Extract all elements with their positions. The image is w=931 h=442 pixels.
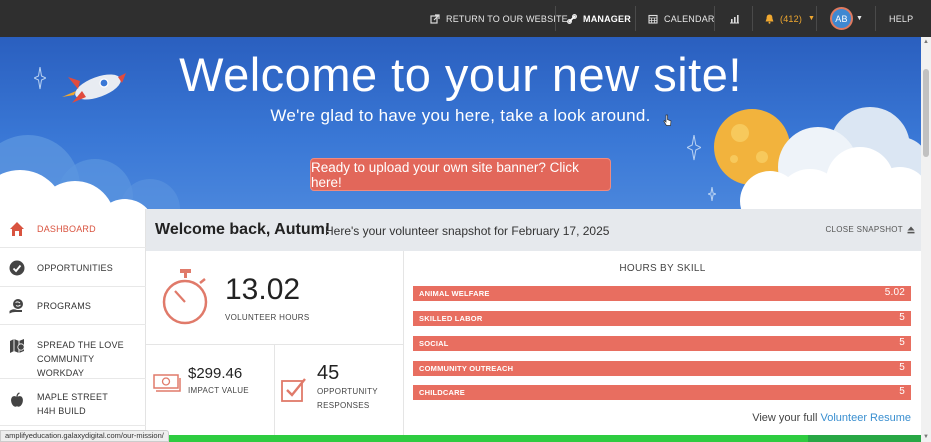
skill-hours: 5	[899, 386, 905, 397]
sidebar-item-label: MAPLE STREET H4H BUILD	[37, 392, 108, 416]
help-label: HELP	[889, 13, 914, 24]
calendar-label: CALENDAR	[664, 13, 715, 24]
avatar-initials: AB	[835, 13, 848, 24]
volunteer-resume-link[interactable]: Volunteer Resume	[821, 412, 912, 424]
snapshot-header: Welcome back, Autum! Here's your volunte…	[146, 209, 921, 251]
manager-label: MANAGER	[583, 13, 631, 24]
return-to-website-label: RETURN TO OUR WEBSITE	[446, 13, 568, 24]
scroll-down-icon[interactable]: ▼	[923, 434, 929, 440]
top-navbar: RETURN TO OUR WEBSITE MANAGER CALENDAR (…	[0, 0, 931, 37]
impact-value-label: IMPACT VALUE	[188, 386, 249, 395]
skill-bar: COMMUNITY OUTREACH 5	[413, 361, 911, 376]
skill-bar: SOCIAL 5	[413, 336, 911, 351]
upload-banner-button[interactable]: Ready to upload your own site banner? Cl…	[310, 158, 611, 191]
progress-strip	[160, 435, 921, 442]
welcome-heading: Welcome back, Autum!	[155, 221, 331, 238]
return-to-website-link[interactable]: RETURN TO OUR WEBSITE	[430, 0, 568, 37]
stats-divider	[146, 344, 404, 345]
sidebar-item-label: SPREAD THE LOVE COMMUNITY WORKDAY	[37, 340, 124, 378]
nav-divider	[752, 6, 753, 31]
opportunity-responses-label-line: RESPONSES	[317, 401, 370, 410]
scrollbar-thumb[interactable]	[923, 69, 929, 157]
notifications-dropdown[interactable]: (412) ▼	[765, 0, 815, 37]
opportunity-responses-label-line: OPPORTUNITY	[317, 387, 378, 396]
reports-link[interactable]	[729, 0, 740, 37]
calendar-link[interactable]: CALENDAR	[648, 0, 715, 37]
skill-name: SOCIAL	[419, 339, 449, 348]
stopwatch-icon	[162, 269, 208, 325]
avatar[interactable]: AB	[830, 7, 853, 30]
hours-by-skill-title: HOURS BY SKILL	[619, 263, 706, 274]
skill-name: ANIMAL WELFARE	[419, 289, 490, 298]
chevron-down-icon: ▼	[808, 15, 816, 22]
close-snapshot-label: CLOSE SNAPSHOT	[825, 225, 903, 234]
sidebar-item-maple-street[interactable]: MAPLE STREET H4H BUILD	[0, 379, 146, 426]
volunteer-stats-panel: 13.02 VOLUNTEER HOURS $299.46 IMPACT VAL…	[146, 251, 404, 442]
skill-bar: ANIMAL WELFARE 5.02	[413, 286, 911, 301]
mouse-cursor-icon	[663, 114, 672, 126]
nav-divider	[875, 6, 876, 31]
sidebar-item-label: DASHBOARD	[37, 224, 96, 234]
money-icon	[153, 374, 181, 392]
nav-divider	[816, 6, 817, 31]
sparkle-graphic	[687, 135, 701, 161]
scroll-up-icon[interactable]: ▲	[923, 39, 929, 45]
external-link-icon	[430, 13, 440, 24]
nav-divider	[635, 6, 636, 31]
check-circle-icon	[9, 260, 25, 276]
close-snapshot-button[interactable]: CLOSE SNAPSHOT	[825, 225, 915, 234]
skill-name: COMMUNITY OUTREACH	[419, 364, 514, 373]
bell-icon	[765, 14, 774, 24]
volunteer-hours-label: VOLUNTEER HOURS	[225, 313, 310, 322]
banner-subtitle: We're glad to have you here, take a look…	[270, 106, 651, 125]
sidebar-item-label: PROGRAMS	[37, 301, 92, 311]
account-dropdown[interactable]: ▼	[856, 0, 863, 37]
apple-icon	[11, 392, 23, 407]
globe-hand-icon	[9, 299, 23, 314]
manager-link[interactable]: MANAGER	[567, 0, 631, 37]
snapshot-subtitle: Here's your volunteer snapshot for Febru…	[325, 224, 610, 238]
opportunity-responses-value: 45	[317, 362, 340, 384]
calendar-icon	[648, 14, 658, 24]
skill-name: SKILLED LABOR	[419, 314, 483, 323]
opportunity-responses-label: OPPORTUNITY RESPONSES	[317, 385, 378, 413]
skill-hours: 5	[899, 337, 905, 348]
skill-hours: 5.02	[884, 287, 905, 298]
sidebar-item-dashboard[interactable]: DASHBOARD	[0, 209, 146, 248]
skill-bar: CHILDCARE 5	[413, 385, 911, 400]
banner-title: Welcome to your new site!	[179, 48, 742, 101]
volunteer-hours-value: 13.02	[225, 273, 301, 306]
chevron-down-icon: ▼	[856, 15, 864, 22]
skill-hours: 5	[899, 362, 905, 373]
bar-chart-icon	[730, 14, 739, 23]
help-link[interactable]: HELP	[889, 0, 913, 37]
impact-value: $299.46	[188, 365, 243, 382]
progress-strip	[808, 435, 921, 442]
status-url-tooltip: amplifyeducation.galaxydigital.com/our-m…	[0, 430, 169, 442]
hours-by-skill-panel: HOURS BY SKILL ANIMAL WELFARE 5.02 SKILL…	[404, 251, 921, 442]
sidebar: DASHBOARD OPPORTUNITIES PROGRAMS SPREAD …	[0, 209, 146, 442]
sidebar-item-label: OPPORTUNITIES	[37, 263, 113, 273]
link-icon	[567, 13, 577, 24]
volunteer-resume-line: View your full Volunteer Resume	[752, 412, 911, 424]
sidebar-item-opportunities[interactable]: OPPORTUNITIES	[0, 248, 146, 287]
cloud-left-graphic	[0, 135, 180, 209]
notifications-count: (412)	[780, 13, 803, 24]
skill-name: CHILDCARE	[419, 388, 465, 397]
page-scrollbar[interactable]: ▲ ▼	[921, 37, 931, 442]
map-icon	[10, 339, 25, 353]
welcome-banner: Welcome to your new site! We're glad to …	[0, 37, 921, 209]
home-icon	[10, 222, 24, 236]
eject-icon	[907, 226, 915, 233]
skill-bar: SKILLED LABOR 5	[413, 311, 911, 326]
nav-divider	[555, 6, 556, 31]
resume-prefix: View your full	[752, 412, 818, 424]
sidebar-item-spread-the-love[interactable]: SPREAD THE LOVE COMMUNITY WORKDAY	[0, 325, 146, 379]
stats-divider	[274, 344, 275, 442]
nav-divider	[714, 6, 715, 31]
sidebar-item-programs[interactable]: PROGRAMS	[0, 287, 146, 325]
skill-hours: 5	[899, 312, 905, 323]
checkbox-icon	[281, 378, 306, 402]
